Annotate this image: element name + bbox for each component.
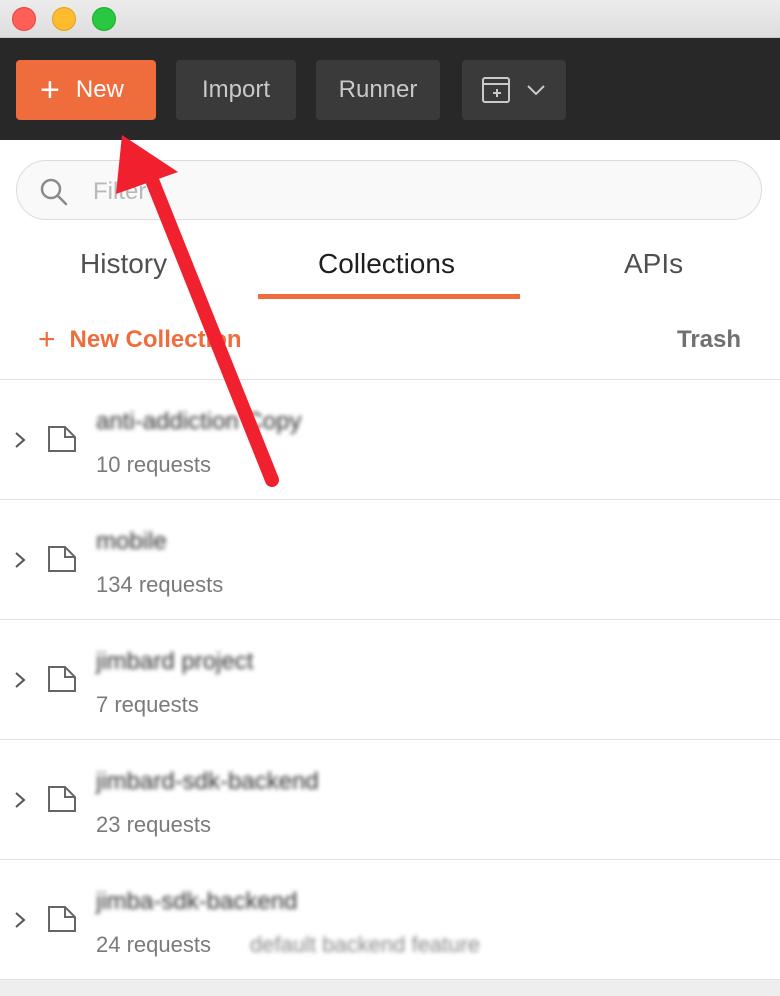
import-button-label: Import (201, 76, 270, 103)
collection-folder-icon (48, 786, 76, 812)
trash-link[interactable]: Trash (677, 326, 741, 354)
collection-request-count: 10 requests (96, 452, 211, 477)
search-icon (40, 178, 68, 206)
new-button-label: New (75, 76, 124, 103)
new-collection-button[interactable]: + New Collection (38, 322, 242, 358)
collection-list: anti-addiction Copy 10 requests mobile 1… (0, 379, 780, 980)
bottom-status-bar (0, 980, 780, 996)
close-window-button[interactable] (12, 7, 36, 31)
minimize-window-button[interactable] (52, 7, 76, 31)
tab-history[interactable]: History (80, 248, 167, 280)
collection-folder-icon (48, 666, 76, 692)
collection-request-count: 24 requests (96, 932, 211, 957)
new-window-dropdown-button[interactable] (462, 60, 566, 120)
collection-name: jimba-sdk-backend (96, 888, 298, 915)
search-box (16, 160, 762, 220)
main-toolbar: + New Import Runner (0, 38, 780, 140)
collection-item[interactable]: jimba-sdk-backend 24 requests default ba… (0, 860, 780, 980)
collection-item[interactable]: jimbard project 7 requests (0, 620, 780, 740)
collection-name: jimbard-sdk-backend (96, 768, 319, 795)
runner-button[interactable]: Runner (316, 60, 440, 120)
maximize-window-button[interactable] (92, 7, 116, 31)
collection-folder-icon (48, 426, 76, 452)
collection-name: jimbard project (96, 648, 254, 675)
collection-name: mobile (96, 528, 167, 555)
search-input[interactable] (91, 173, 695, 211)
active-tab-indicator (258, 294, 520, 299)
plus-icon: + (38, 323, 56, 356)
collection-request-count: 134 requests (96, 572, 224, 597)
collection-folder-icon (48, 906, 76, 932)
collection-item[interactable]: anti-addiction Copy 10 requests (0, 380, 780, 500)
collection-item[interactable]: mobile 134 requests (0, 500, 780, 620)
new-button[interactable]: + New (16, 60, 156, 120)
tab-apis[interactable]: APIs (624, 248, 683, 280)
collection-description: default backend feature (250, 932, 480, 957)
import-button[interactable]: Import (176, 60, 296, 120)
new-window-icon (482, 77, 510, 103)
window-titlebar (0, 0, 780, 38)
chevron-right-icon[interactable] (12, 910, 28, 930)
collection-folder-icon (48, 546, 76, 572)
collection-request-count: 23 requests (96, 812, 211, 837)
collection-name: anti-addiction Copy (96, 408, 302, 435)
chevron-right-icon[interactable] (12, 430, 28, 450)
collection-item[interactable]: jimbard-sdk-backend 23 requests (0, 740, 780, 860)
tab-collections[interactable]: Collections (318, 248, 455, 280)
plus-icon: + (40, 71, 60, 109)
chevron-down-icon (527, 85, 545, 96)
chevron-right-icon[interactable] (12, 550, 28, 570)
new-collection-label: New Collection (69, 326, 242, 353)
runner-button-label: Runner (338, 76, 418, 103)
chevron-right-icon[interactable] (12, 790, 28, 810)
collection-request-count: 7 requests (96, 692, 199, 717)
chevron-right-icon[interactable] (12, 670, 28, 690)
